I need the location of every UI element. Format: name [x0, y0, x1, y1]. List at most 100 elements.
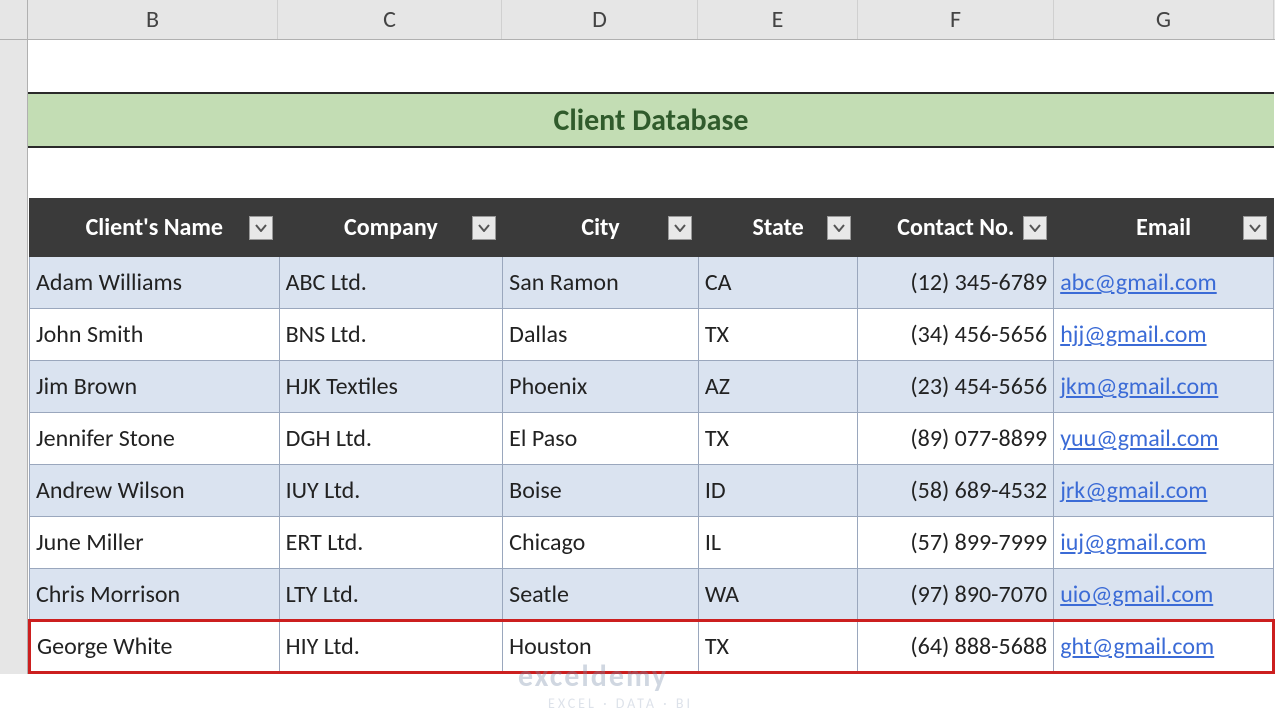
sheet-body[interactable]: Client Database Client's Name	[28, 40, 1275, 674]
cell-email[interactable]: ght@gmail.com	[1054, 621, 1274, 673]
cell-company[interactable]: DGH Ltd.	[279, 413, 503, 465]
cell-company[interactable]: ERT Ltd.	[279, 517, 503, 569]
cell-name[interactable]: Andrew Wilson	[30, 465, 280, 517]
header-company-label: Company	[344, 213, 438, 242]
header-city[interactable]: City	[503, 199, 699, 257]
email-link[interactable]: hjj@gmail.com	[1060, 320, 1206, 349]
header-contact-label: Contact No.	[897, 213, 1014, 242]
cell-name[interactable]: John Smith	[30, 309, 280, 361]
cell-email[interactable]: jrk@gmail.com	[1054, 465, 1274, 517]
cell-state[interactable]: AZ	[698, 361, 858, 413]
column-header-b[interactable]: B	[28, 0, 278, 39]
chevron-down-icon	[478, 224, 490, 232]
cell-name[interactable]: George White	[30, 621, 280, 673]
cell-contact[interactable]: (89) 077-8899	[858, 413, 1054, 465]
header-contact[interactable]: Contact No.	[858, 199, 1054, 257]
cell-state[interactable]: TX	[698, 413, 858, 465]
column-header-row: B C D E F G	[0, 0, 1275, 40]
cell-email[interactable]: abc@gmail.com	[1054, 257, 1274, 309]
cell-state[interactable]: ID	[698, 465, 858, 517]
cell-email[interactable]: yuu@gmail.com	[1054, 413, 1274, 465]
cell-state[interactable]: TX	[698, 309, 858, 361]
column-header-c[interactable]: C	[278, 0, 502, 39]
cell-contact[interactable]: (58) 689-4532	[858, 465, 1054, 517]
filter-button-city[interactable]	[668, 216, 692, 240]
column-header-f[interactable]: F	[858, 0, 1054, 39]
filter-button-company[interactable]	[472, 216, 496, 240]
table-row[interactable]: Andrew WilsonIUY Ltd.BoiseID(58) 689-453…	[30, 465, 1274, 517]
email-link[interactable]: jkm@gmail.com	[1060, 372, 1218, 401]
cell-company[interactable]: ABC Ltd.	[279, 257, 503, 309]
filter-button-state[interactable]	[827, 216, 851, 240]
cell-city[interactable]: San Ramon	[503, 257, 699, 309]
cell-name[interactable]: Adam Williams	[30, 257, 280, 309]
chevron-down-icon	[1029, 224, 1041, 232]
table-row[interactable]: June MillerERT Ltd.ChicagoIL(57) 899-799…	[30, 517, 1274, 569]
cell-contact[interactable]: (57) 899-7999	[858, 517, 1054, 569]
cell-contact[interactable]: (97) 890-7070	[858, 569, 1054, 621]
cell-city[interactable]: El Paso	[503, 413, 699, 465]
cell-company[interactable]: LTY Ltd.	[279, 569, 503, 621]
table-row[interactable]: John SmithBNS Ltd.DallasTX(34) 456-5656h…	[30, 309, 1274, 361]
cell-name[interactable]: Jennifer Stone	[30, 413, 280, 465]
select-all-corner[interactable]	[0, 0, 28, 39]
header-state-label: State	[753, 213, 804, 242]
cell-state[interactable]: CA	[698, 257, 858, 309]
cell-city[interactable]: Chicago	[503, 517, 699, 569]
email-link[interactable]: abc@gmail.com	[1060, 268, 1217, 297]
cell-name[interactable]: Jim Brown	[30, 361, 280, 413]
cell-company[interactable]: BNS Ltd.	[279, 309, 503, 361]
table-row[interactable]: Chris MorrisonLTY Ltd.SeatleWA(97) 890-7…	[30, 569, 1274, 621]
table-row[interactable]: George WhiteHIY Ltd.HoustonTX(64) 888-56…	[30, 621, 1274, 673]
cell-contact[interactable]: (12) 345-6789	[858, 257, 1054, 309]
client-table: Client's Name Company City	[28, 198, 1275, 674]
title-cell[interactable]: Client Database	[28, 92, 1274, 148]
email-link[interactable]: jrk@gmail.com	[1060, 476, 1207, 505]
column-header-g[interactable]: G	[1054, 0, 1274, 39]
header-email[interactable]: Email	[1054, 199, 1274, 257]
table-row[interactable]: Adam WilliamsABC Ltd.San RamonCA(12) 345…	[30, 257, 1274, 309]
cell-company[interactable]: HJK Textiles	[279, 361, 503, 413]
cell-state[interactable]: WA	[698, 569, 858, 621]
chevron-down-icon	[674, 224, 686, 232]
column-header-e[interactable]: E	[698, 0, 858, 39]
cell-company[interactable]: HIY Ltd.	[279, 621, 503, 673]
email-link[interactable]: ght@gmail.com	[1060, 632, 1214, 661]
table-row[interactable]: Jim BrownHJK TextilesPhoenixAZ(23) 454-5…	[30, 361, 1274, 413]
filter-button-name[interactable]	[249, 216, 273, 240]
cell-city[interactable]: Boise	[503, 465, 699, 517]
watermark-sub: EXCEL · DATA · BI	[548, 695, 693, 712]
cell-city[interactable]: Houston	[503, 621, 699, 673]
header-state[interactable]: State	[698, 199, 858, 257]
cell-state[interactable]: IL	[698, 517, 858, 569]
cell-contact[interactable]: (34) 456-5656	[858, 309, 1054, 361]
column-header-d[interactable]: D	[502, 0, 698, 39]
table-row[interactable]: Jennifer StoneDGH Ltd.El PasoTX(89) 077-…	[30, 413, 1274, 465]
cell-company[interactable]: IUY Ltd.	[279, 465, 503, 517]
cell-contact[interactable]: (64) 888-5688	[858, 621, 1054, 673]
cell-email[interactable]: uio@gmail.com	[1054, 569, 1274, 621]
header-company[interactable]: Company	[279, 199, 503, 257]
email-link[interactable]: iuj@gmail.com	[1060, 528, 1206, 557]
email-link[interactable]: uio@gmail.com	[1060, 580, 1213, 609]
header-name[interactable]: Client's Name	[30, 199, 280, 257]
cell-city[interactable]: Phoenix	[503, 361, 699, 413]
table-header-row: Client's Name Company City	[30, 199, 1274, 257]
cell-name[interactable]: Chris Morrison	[30, 569, 280, 621]
filter-button-contact[interactable]	[1023, 216, 1047, 240]
cell-email[interactable]: hjj@gmail.com	[1054, 309, 1274, 361]
header-name-label: Client's Name	[86, 213, 223, 242]
filter-button-email[interactable]	[1243, 216, 1267, 240]
cell-email[interactable]: iuj@gmail.com	[1054, 517, 1274, 569]
cell-state[interactable]: TX	[698, 621, 858, 673]
cell-contact[interactable]: (23) 454-5656	[858, 361, 1054, 413]
chevron-down-icon	[833, 224, 845, 232]
chevron-down-icon	[255, 224, 267, 232]
row-header-gutter[interactable]	[0, 40, 28, 674]
cell-email[interactable]: jkm@gmail.com	[1054, 361, 1274, 413]
cell-city[interactable]: Dallas	[503, 309, 699, 361]
cell-name[interactable]: June Miller	[30, 517, 280, 569]
header-city-label: City	[581, 213, 619, 242]
email-link[interactable]: yuu@gmail.com	[1060, 424, 1218, 453]
cell-city[interactable]: Seatle	[503, 569, 699, 621]
